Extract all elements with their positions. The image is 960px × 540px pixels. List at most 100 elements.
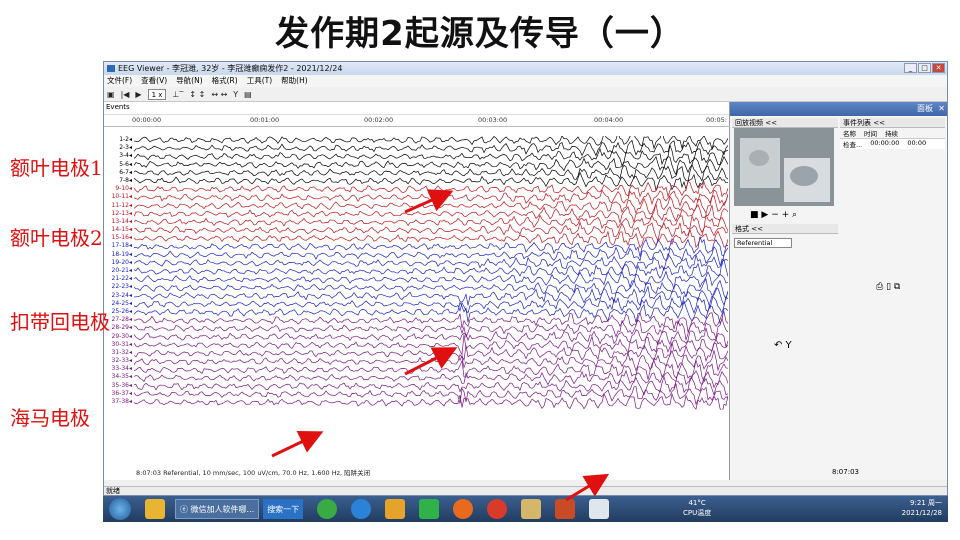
app-icon (107, 65, 115, 72)
amplitude-icon[interactable]: ↕ ↕ (189, 90, 205, 99)
events-row: Events (104, 102, 729, 115)
zoom-out-icon[interactable]: − (771, 210, 779, 220)
video-play-icon[interactable]: ▶ (761, 210, 768, 220)
maximize-button[interactable]: □ (918, 63, 931, 73)
time-display: 8:07:03 (832, 468, 859, 476)
eeg-channel-trace (134, 220, 728, 242)
powerpoint-icon[interactable] (555, 499, 576, 519)
app-icon-1[interactable] (145, 499, 165, 519)
chrome-icon[interactable] (487, 499, 508, 519)
time-tick: 00:05: (706, 116, 727, 124)
time-tick: 00:00:00 (132, 116, 162, 124)
format-section-header[interactable]: 格式 << (732, 224, 838, 234)
table-row[interactable]: 检查... 00:00:00 00:00 (840, 139, 945, 149)
eeg-channel-trace (134, 383, 728, 406)
menu-navigate[interactable]: 导航(N) (176, 75, 202, 87)
magnifier-icon[interactable]: ⌕ (792, 210, 797, 220)
scale-icon[interactable]: ⊥‾ (172, 90, 183, 99)
camera-icon[interactable]: ▣ (107, 90, 115, 99)
stop-icon[interactable]: ■ (750, 210, 759, 220)
timebase-icon[interactable]: ↔ ↔ (211, 90, 227, 99)
time-tick: 00:03:00 (478, 116, 508, 124)
clock-date: 2021/12/28 (901, 509, 942, 517)
copy-icon[interactable]: ⧉ (894, 282, 900, 292)
browser-icon: ⓔ (180, 504, 191, 514)
filter-icon[interactable]: Y (233, 90, 238, 99)
eeg-channel-trace (134, 317, 728, 341)
taskbar-browser-item[interactable]: ⓔ 微信加人软件哪... (175, 499, 260, 519)
cpu-label: CPU温度 (683, 509, 712, 517)
zoom-in-icon[interactable]: + (782, 210, 790, 220)
electrode-group-label: 海马电极 (10, 406, 90, 430)
channel-label: 1-2◂ (119, 136, 132, 143)
channel-label: 6-7◂ (119, 168, 132, 176)
close-button[interactable]: ✕ (932, 63, 945, 73)
document-icon[interactable]: ▯ (886, 282, 891, 292)
play-icon[interactable]: ▶ (135, 90, 141, 99)
eeg-channel-trace (134, 171, 728, 192)
channel-label: 19-20◂ (111, 258, 132, 266)
ie-icon[interactable] (351, 499, 372, 519)
events-section-header[interactable]: 事件列表 << (840, 118, 945, 128)
eeg-channel-trace (134, 203, 728, 223)
channel-label: 33-34◂ (111, 365, 132, 373)
eeg-display[interactable]: Events 00:00:00 00:01:00 00:02:00 00:03:… (104, 102, 730, 480)
status-text: 就绪 (106, 487, 120, 495)
app-icon-3[interactable] (385, 499, 406, 519)
firefox-icon[interactable] (453, 499, 474, 519)
channel-label: 7-8◂ (119, 176, 132, 184)
channel-label: 2-3◂ (119, 144, 132, 152)
speed-select[interactable]: 1 x (147, 88, 167, 100)
events-col-duration: 持续 (885, 130, 898, 138)
channel-label: 36-37◂ (111, 389, 132, 397)
menu-tools[interactable]: 工具(T) (247, 75, 272, 87)
eeg-footer-info: 8:07:03 Referential, 10 mm/sec, 100 uV/c… (136, 467, 371, 477)
undo-icon[interactable]: ↶ Y (774, 340, 792, 351)
taskbar: ⓔ 微信加人软件哪... 搜索一下 41°C CPU温度 9:21 周一 202… (103, 496, 948, 522)
time-tick: 00:01:00 (250, 116, 280, 124)
eeg-channel-trace (134, 163, 728, 182)
format-select[interactable]: Referential (734, 238, 792, 248)
minimize-button[interactable]: _ (904, 63, 917, 73)
print-icon[interactable]: ⎙ (876, 282, 883, 292)
app-icon-2[interactable] (317, 499, 338, 519)
menu-bar: 文件(F) 查看(V) 导航(N) 格式(R) 工具(T) 帮助(H) (104, 75, 947, 87)
event-name: 检查... (843, 141, 863, 149)
step-back-icon[interactable]: |◀ (121, 90, 130, 99)
eeg-channel-trace (134, 342, 728, 362)
print-icons: ⎙ ▯ ⧉ (876, 282, 900, 292)
channel-label: 18-19◂ (111, 250, 132, 258)
search-button[interactable]: 搜索一下 (263, 499, 304, 519)
menu-format[interactable]: 格式(R) (212, 75, 238, 87)
channel-label: 20-21◂ (111, 267, 132, 274)
channel-label: 5-6◂ (119, 160, 132, 168)
channel-label: 11-12◂ (111, 201, 132, 209)
menu-view[interactable]: 查看(V) (141, 75, 167, 87)
cpu-temp: 41°C (688, 499, 706, 507)
cpu-widget: 41°C CPU温度 (683, 498, 711, 518)
eeg-traces (134, 136, 728, 410)
channel-label: 14-15◂ (111, 226, 132, 234)
events-label: Events (106, 103, 130, 111)
eeg-channel-trace (134, 375, 728, 396)
system-clock[interactable]: 9:21 周一 2021/12/28 (902, 498, 942, 518)
start-button[interactable] (109, 498, 131, 520)
event-duration: 00:00 (907, 139, 927, 147)
menu-help[interactable]: 帮助(H) (281, 75, 308, 87)
eeg-app-icon[interactable] (589, 499, 610, 519)
panel-close-icon[interactable]: ✕ (938, 102, 945, 116)
video-controls: ■ ▶ − + ⌕ (750, 210, 797, 220)
time-tick: 00:04:00 (594, 116, 624, 124)
channel-label: 32-33◂ (111, 357, 132, 365)
side-panel: 面板 ✕ 回放视频 << ■ ▶ − + ⌕ 格式 << Referential (730, 102, 947, 480)
electrode-group-label: 额叶电极2 (10, 226, 103, 250)
video-section-header[interactable]: 回放视频 << (732, 118, 838, 128)
wechat-icon[interactable] (419, 499, 440, 519)
time-tick: 00:02:00 (364, 116, 394, 124)
folder-icon[interactable] (521, 499, 542, 519)
events-col-name: 名称 (843, 130, 856, 138)
channel-label: 13-14◂ (111, 217, 132, 225)
montage-icon[interactable]: ▤ (244, 90, 252, 99)
menu-file[interactable]: 文件(F) (107, 75, 132, 87)
channel-label: 35-36◂ (111, 381, 132, 389)
